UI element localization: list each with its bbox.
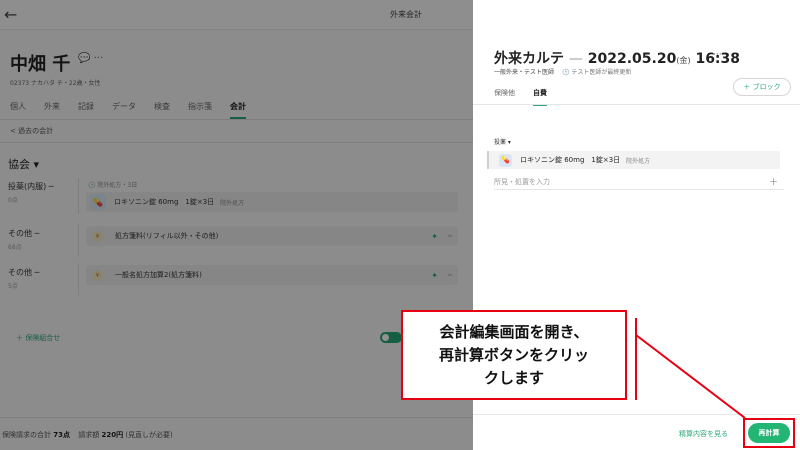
plus-icon[interactable]: ＋ (769, 175, 778, 188)
karte-doctor: 一般外来・テスト医師 (494, 69, 555, 76)
last-updated: 🕒 テスト医師が最終更新 (561, 69, 632, 76)
karte-weekday: (金) (676, 56, 691, 65)
findings-input[interactable]: 所見・処置を入力 (494, 177, 550, 187)
karte-date: 2022.05.20 (587, 51, 677, 67)
callout-line-1: 会計編集画面を開き、 (439, 322, 589, 341)
title-separator: — (568, 51, 583, 67)
medication-row[interactable]: 💊 ロキソニン錠 60mg 1錠×3日 院外処方 (487, 151, 780, 169)
divider (494, 189, 784, 190)
instruction-callout: 会計編集画面を開き、 再計算ボタンをクリッ クします (401, 310, 627, 400)
karte-type: 外来カルテ (494, 51, 564, 67)
karte-title: 外来カルテ — 2022.05.20(金) 16:38 (494, 48, 740, 68)
callout-line-3: クします (483, 368, 544, 387)
recalculate-button[interactable]: 再計算 (748, 423, 790, 443)
karte-meta: 一般外来・テスト医師 🕒 テスト医師が最終更新 (494, 67, 631, 76)
pill-icon: 💊 (499, 153, 512, 167)
medication-tag: 院外処方 (626, 157, 651, 165)
add-block-button[interactable]: ＋ ブロック (733, 78, 791, 96)
more-icon[interactable]: ··· (713, 50, 722, 60)
view-settlement-link[interactable]: 精算内容を見る (679, 429, 728, 439)
medication-name: ロキソニン錠 60mg 1錠×3日 (520, 156, 621, 164)
medication-label[interactable]: 投薬 ▾ (494, 137, 511, 146)
divider (473, 414, 800, 415)
callout-line-2: 再計算ボタンをクリッ (438, 345, 589, 364)
divider (473, 104, 800, 105)
